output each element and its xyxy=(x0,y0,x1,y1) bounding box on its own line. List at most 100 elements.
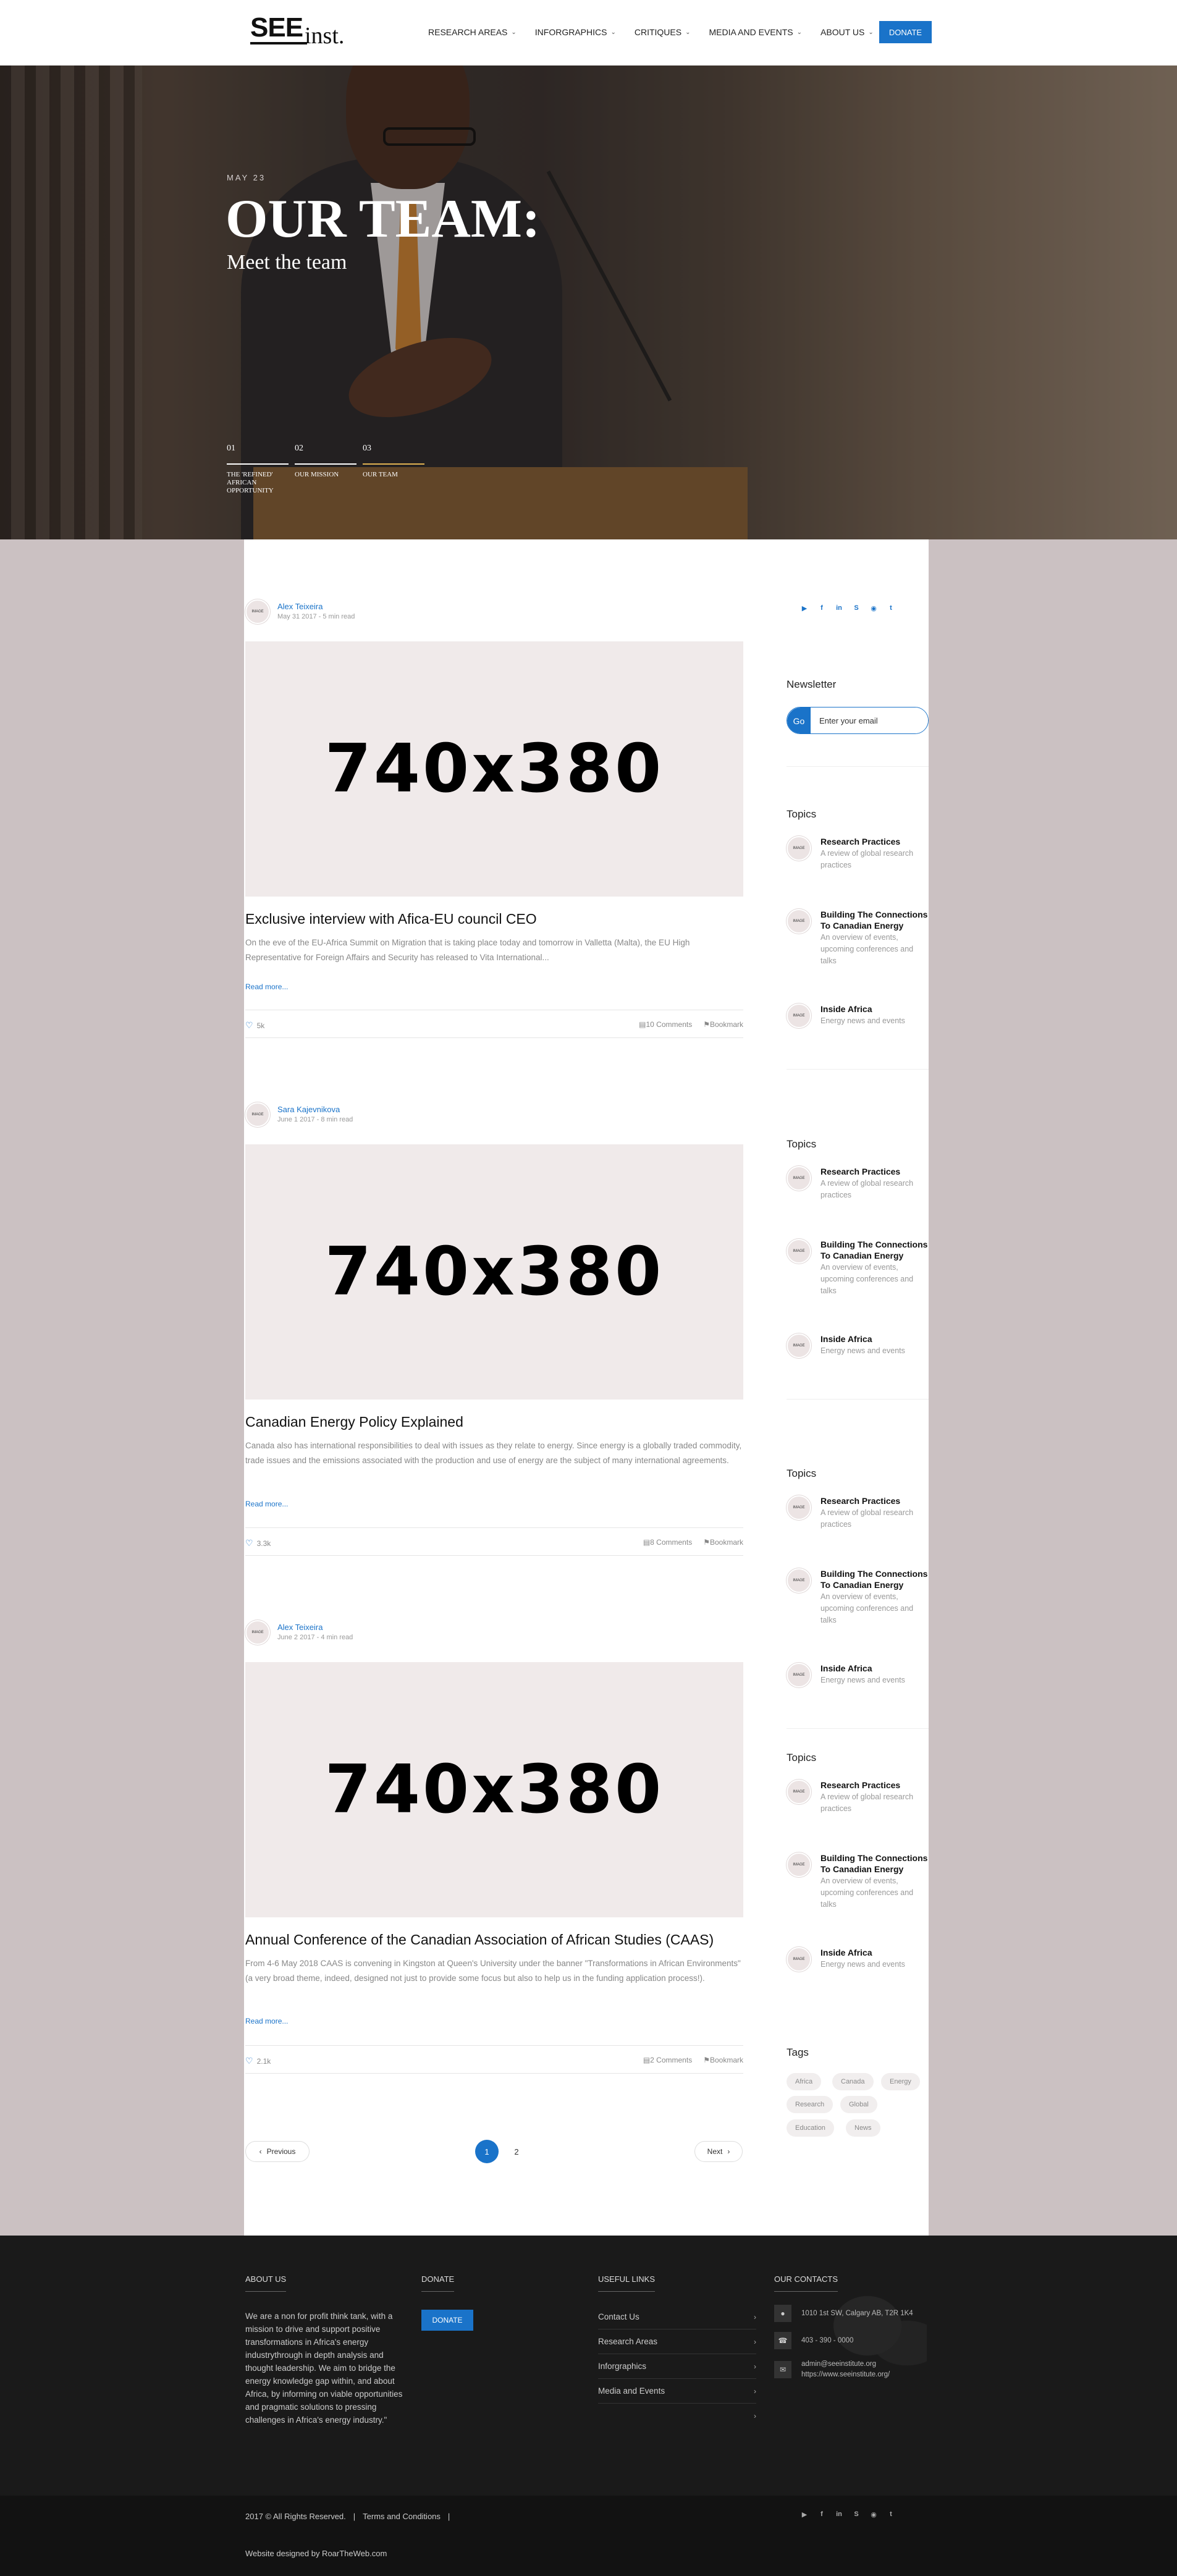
tag-education[interactable]: Education xyxy=(787,2119,834,2137)
menu-media-and-events[interactable]: MEDIA AND EVENTS ⌄ xyxy=(709,27,802,37)
read-more-link[interactable]: Read more... xyxy=(245,1500,288,1508)
avatar: IMAGE xyxy=(787,909,811,934)
instagram-icon[interactable]: ◉ xyxy=(869,2511,879,2519)
topic-item[interactable]: IMAGE Research Practices A review of globa… xyxy=(787,836,929,892)
linkedin-icon[interactable]: in xyxy=(834,2511,844,2519)
link-label: Research Areas xyxy=(598,2337,658,2346)
tags-heading: Tags xyxy=(787,2046,809,2058)
step-label: OUR MISSION xyxy=(295,471,339,478)
topic-item[interactable]: IMAGE Inside Africa Energy news and events xyxy=(787,1003,929,1059)
step-line xyxy=(227,463,289,465)
tag-energy[interactable]: Energy xyxy=(881,2073,920,2090)
footer-link-empty[interactable]: › xyxy=(598,2404,756,2428)
topic-item[interactable]: IMAGE Inside Africa Energy news and events xyxy=(787,1663,929,1718)
avatar: IMAGE xyxy=(787,1780,811,1804)
avatar: IMAGE xyxy=(787,1568,811,1593)
article-image-placeholder[interactable]: 740x380 xyxy=(245,1144,743,1400)
comments-link[interactable]: ▤2 Comments xyxy=(643,2056,692,2064)
author-name-link[interactable]: Alex Teixeira xyxy=(277,602,355,612)
hero-step-1[interactable]: 01 THE 'REFINED' AFRICAN OPPORTUNITY xyxy=(227,444,295,495)
hero-step-2[interactable]: 02 OUR MISSION xyxy=(295,444,363,495)
page-number-2[interactable]: 2 xyxy=(505,2140,528,2163)
read-more-link[interactable]: Read more... xyxy=(245,2017,288,2025)
author-name-link[interactable]: Alex Teixeira xyxy=(277,1623,353,1632)
youtube-icon[interactable]: ▶ xyxy=(799,2511,809,2519)
topic-description: An overview of events, upcoming conferen… xyxy=(821,1263,914,1295)
website-link[interactable]: https://www.seeinstitute.org/ xyxy=(801,2370,890,2380)
newsletter-go-button[interactable]: Go xyxy=(787,707,811,733)
topic-item[interactable]: IMAGE Building The Connections To Canadia… xyxy=(787,909,929,965)
tag-research[interactable]: Research xyxy=(787,2096,833,2113)
topic-item[interactable]: IMAGE Building The Connections To Canadia… xyxy=(787,1568,929,1624)
read-more-link[interactable]: Read more... xyxy=(245,982,288,991)
article-author: IMAGE Sara Kajevnikova June 1 2017 - 8 m… xyxy=(245,1102,353,1127)
footer-link-media-and-events[interactable]: Media and Events › xyxy=(598,2379,756,2404)
top-navbar: SEE inst. RESEARCH AREAS ⌄ INFORGRAPHICS ⌄… xyxy=(0,0,1177,65)
facebook-icon[interactable]: f xyxy=(817,604,827,612)
article-image-placeholder[interactable]: 740x380 xyxy=(245,641,743,897)
menu-research-areas[interactable]: RESEARCH AREAS ⌄ xyxy=(428,27,517,37)
youtube-icon[interactable]: ▶ xyxy=(799,604,809,612)
previous-label: Previous xyxy=(266,2147,296,2156)
page-number-1[interactable]: 1 xyxy=(475,2140,499,2163)
footer-link-research-areas[interactable]: Research Areas › xyxy=(598,2329,756,2354)
previous-page-button[interactable]: ‹ Previous xyxy=(245,2141,310,2162)
article-title[interactable]: Annual Conference of the Canadian Associ… xyxy=(245,1932,743,1948)
topic-title: Research Practices xyxy=(821,1780,901,1790)
terms-link[interactable]: Terms and Conditions xyxy=(363,2512,441,2521)
topic-item[interactable]: IMAGE Building The Connections To Canadia… xyxy=(787,1852,929,1909)
like-button[interactable]: ♡ 3.3k xyxy=(245,1538,271,1548)
skype-icon[interactable]: S xyxy=(851,2511,861,2519)
topic-item[interactable]: IMAGE Research Practices A review of globa… xyxy=(787,1166,929,1222)
twitter-icon[interactable]: t xyxy=(886,604,896,612)
topic-item[interactable]: IMAGE Inside Africa Energy news and events xyxy=(787,1947,929,2003)
article-title[interactable]: Canadian Energy Policy Explained xyxy=(245,1414,743,1430)
tag-africa[interactable]: Africa xyxy=(787,2073,822,2090)
footer-link-inforgraphics[interactable]: Inforgraphics › xyxy=(598,2354,756,2379)
next-page-button[interactable]: Next › xyxy=(694,2141,743,2162)
bookmark-button[interactable]: ⚑Bookmark xyxy=(703,1538,743,1547)
comment-icon: ▤ xyxy=(643,2056,651,2064)
skype-icon[interactable]: S xyxy=(851,604,861,612)
menu-about-us[interactable]: ABOUT US ⌄ xyxy=(821,27,874,37)
hero-banner: MAY 23 OUR TEAM: Meet the team 01 THE 'R… xyxy=(0,65,1177,539)
newsletter-email-input[interactable] xyxy=(811,707,928,733)
topic-item[interactable]: IMAGE Building The Connections To Canadia… xyxy=(787,1239,929,1295)
sidebar-social-links: ▶ f in S ◉ t xyxy=(799,604,896,612)
comments-link[interactable]: ▤10 Comments xyxy=(639,1020,692,1029)
article-title[interactable]: Exclusive interview with Afica-EU counci… xyxy=(245,911,743,927)
avatar: IMAGE xyxy=(787,1003,811,1028)
topic-description: An overview of events, upcoming conferen… xyxy=(821,933,914,965)
hero-steps: 01 THE 'REFINED' AFRICAN OPPORTUNITY 02 … xyxy=(227,444,431,495)
comments-link[interactable]: ▤8 Comments xyxy=(643,1538,692,1547)
topic-item[interactable]: IMAGE Inside Africa Energy news and events xyxy=(787,1333,929,1389)
twitter-icon[interactable]: t xyxy=(886,2511,896,2519)
site-logo[interactable]: SEE inst. xyxy=(250,12,358,49)
topic-item[interactable]: IMAGE Research Practices A review of globa… xyxy=(787,1780,929,1835)
bookmark-button[interactable]: ⚑Bookmark xyxy=(703,2056,743,2064)
author-name-link[interactable]: Sara Kajevnikova xyxy=(277,1105,353,1115)
tag-canada[interactable]: Canada xyxy=(832,2073,874,2090)
tag-news[interactable]: News xyxy=(846,2119,880,2137)
article-date: June 2 2017 - 4 min read xyxy=(277,1634,353,1641)
bookmark-button[interactable]: ⚑Bookmark xyxy=(703,1020,743,1029)
menu-critiques[interactable]: CRITIQUES ⌄ xyxy=(635,27,691,37)
article-image-placeholder[interactable]: 740x380 xyxy=(245,1662,743,1917)
instagram-icon[interactable]: ◉ xyxy=(869,604,879,612)
topics-heading: Topics xyxy=(787,1467,817,1479)
comments-count: 8 Comments xyxy=(650,1538,693,1547)
donate-button[interactable]: DONATE xyxy=(879,21,932,43)
hero-step-3[interactable]: 03 OUR TEAM xyxy=(363,444,431,495)
footer-contacts-heading: OUR CONTACTS xyxy=(774,2274,838,2292)
topic-item[interactable]: IMAGE Research Practices A review of globa… xyxy=(787,1495,929,1551)
like-button[interactable]: ♡ 2.1k xyxy=(245,2056,271,2066)
footer-donate-button[interactable]: DONATE xyxy=(421,2310,473,2331)
menu-inforgraphics[interactable]: INFORGRAPHICS ⌄ xyxy=(535,27,616,37)
email-link[interactable]: admin@seeinstitute.org xyxy=(801,2359,890,2370)
linkedin-icon[interactable]: in xyxy=(834,604,844,612)
like-button[interactable]: ♡ 5k xyxy=(245,1020,264,1031)
footer-link-contact-us[interactable]: Contact Us › xyxy=(598,2305,756,2329)
topic-title: Research Practices xyxy=(821,1496,901,1506)
tag-global[interactable]: Global xyxy=(840,2096,877,2113)
facebook-icon[interactable]: f xyxy=(817,2511,827,2519)
